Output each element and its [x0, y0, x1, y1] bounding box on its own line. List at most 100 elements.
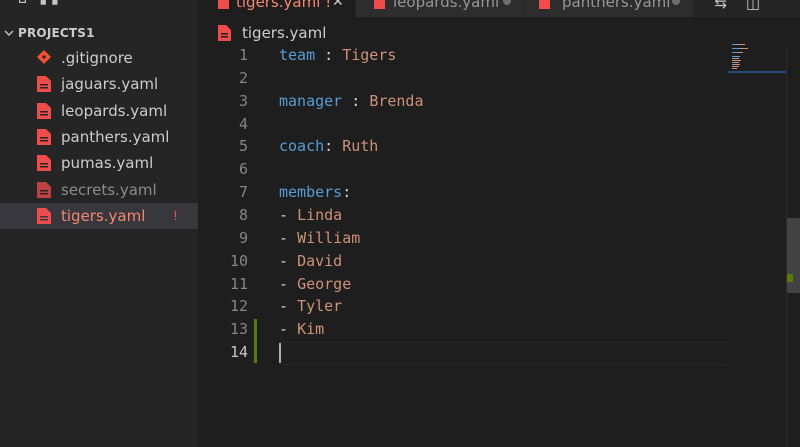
breadcrumb: tigers.yaml: [218, 22, 326, 44]
line-number: 6: [238, 160, 248, 179]
split-editor-icon[interactable]: ◫: [746, 0, 760, 12]
code-editor[interactable]: 1 team : Tigers 2 3 manager : Brenda 4 5 coach:…: [198, 44, 728, 447]
minimap[interactable]: [728, 44, 786, 447]
code-line: coach: Ruth: [279, 135, 378, 158]
editor-actions: ⇆ ◫: [714, 0, 760, 12]
minimap-token: [732, 48, 739, 49]
yaml-file-icon: [37, 102, 51, 119]
tab-label: tigers.yaml !: [236, 0, 332, 11]
current-line-highlight: [279, 342, 727, 365]
minimap-token: [734, 62, 739, 63]
code-line: - Linda: [279, 204, 342, 227]
yaml-key: coach: [279, 137, 325, 156]
yaml-list-dash: -: [279, 297, 298, 316]
minimap-token: [734, 66, 739, 67]
scrollbar-change-marker: [787, 274, 793, 282]
minimap-token: [739, 56, 740, 57]
minimap-token: [734, 58, 739, 59]
yaml-file-icon: [539, 0, 550, 9]
yaml-file-icon: [218, 25, 231, 41]
code-line: - Tyler: [279, 295, 342, 318]
yaml-list-dash: -: [279, 274, 298, 293]
tab-panthers[interactable]: panthers.yaml: [525, 0, 694, 17]
minimap-token: [734, 60, 741, 61]
folder-title: PROJECTS1: [18, 26, 95, 40]
yaml-value: Tyler: [297, 297, 343, 316]
yaml-key: manager: [279, 91, 343, 110]
file-item[interactable]: jaguars.yaml: [0, 71, 198, 97]
line-number: 14: [229, 343, 248, 362]
added-lines-indicator: [254, 319, 257, 363]
file-item[interactable]: leopards.yaml: [0, 98, 198, 124]
code-line: manager : Brenda: [279, 90, 424, 113]
line-number: 2: [238, 68, 248, 87]
file-label: pumas.yaml: [61, 154, 154, 173]
minimap-token: [732, 56, 739, 57]
yaml-file-icon: [37, 128, 51, 145]
file-label: panthers.yaml: [61, 127, 170, 146]
yaml-file-icon: [218, 0, 229, 9]
yaml-key: team: [279, 46, 316, 64]
file-item[interactable]: pumas.yaml: [0, 150, 198, 176]
file-label: leopards.yaml: [61, 101, 168, 120]
line-number: 8: [238, 205, 248, 224]
line-number: 1: [238, 46, 248, 64]
minimap-token: [742, 48, 748, 49]
file-label: jaguars.yaml: [61, 75, 159, 94]
line-number: 3: [238, 91, 248, 110]
chevron-down-icon[interactable]: [0, 22, 18, 44]
error-badge: !: [173, 208, 178, 223]
minimap-token: [734, 64, 740, 65]
file-label: .gitignore: [61, 49, 133, 67]
yaml-list-dash: -: [279, 228, 298, 247]
yaml-value: William: [297, 228, 361, 247]
yaml-value: David: [297, 251, 343, 270]
tab-label: panthers.yaml: [562, 0, 671, 11]
yaml-separator: :: [342, 91, 370, 110]
line-number: 10: [229, 251, 248, 270]
code-line: team : Tigers: [279, 44, 396, 67]
yaml-separator: :: [324, 137, 343, 156]
dirty-dot-icon[interactable]: [672, 0, 680, 5]
yaml-value: Tigers: [342, 46, 397, 64]
yaml-list-dash: -: [279, 205, 298, 224]
yaml-value: Linda: [297, 205, 343, 224]
line-number: 5: [238, 137, 248, 156]
yaml-value: Brenda: [369, 91, 424, 110]
explorer-folder-header[interactable]: PROJECTS1: [0, 22, 198, 44]
yaml-list-dash: -: [279, 320, 298, 339]
tab-label: leopards.yaml: [393, 0, 500, 11]
yaml-file-icon: [37, 155, 51, 172]
file-label: tigers.yaml: [61, 206, 146, 225]
tab-tigers[interactable]: tigers.yaml ! ✕: [198, 0, 356, 17]
yaml-value: Kim: [297, 320, 325, 339]
minimap-viewport[interactable]: [728, 71, 786, 73]
line-number: 13: [229, 320, 248, 339]
close-icon[interactable]: ✕: [332, 0, 344, 10]
dirty-dot-icon[interactable]: [503, 0, 511, 5]
explorer-sidebar: ⌂ ▮▮ PROJECTS1 .gitignore jaguars.yaml leo…: [0, 0, 198, 447]
yaml-value: George: [297, 274, 352, 293]
line-number: 4: [238, 114, 248, 133]
minimap-token: [739, 44, 745, 45]
file-item[interactable]: tigers.yaml!: [0, 202, 198, 229]
vertical-scrollbar[interactable]: [786, 44, 800, 447]
minimap-token: [734, 68, 737, 69]
breadcrumb-file[interactable]: tigers.yaml: [242, 24, 326, 42]
line-number: 11: [229, 274, 248, 293]
file-item[interactable]: panthers.yaml: [0, 124, 198, 150]
minimap-token: [739, 52, 743, 53]
code-line: - George: [279, 273, 351, 296]
line-number: 7: [238, 183, 248, 202]
yaml-file-icon: [37, 181, 51, 198]
git-file-icon: [37, 50, 51, 64]
yaml-separator: :: [315, 46, 343, 64]
file-item[interactable]: .gitignore: [0, 45, 198, 71]
line-number: 9: [238, 228, 248, 247]
file-item[interactable]: secrets.yaml: [0, 177, 198, 203]
code-line: - William: [279, 227, 360, 250]
tab-leopards[interactable]: leopards.yaml: [356, 0, 525, 17]
file-label: secrets.yaml: [61, 180, 157, 199]
compare-changes-icon[interactable]: ⇆: [714, 0, 727, 12]
toolbar-icons[interactable]: ⌂ ▮▮: [18, 0, 63, 7]
